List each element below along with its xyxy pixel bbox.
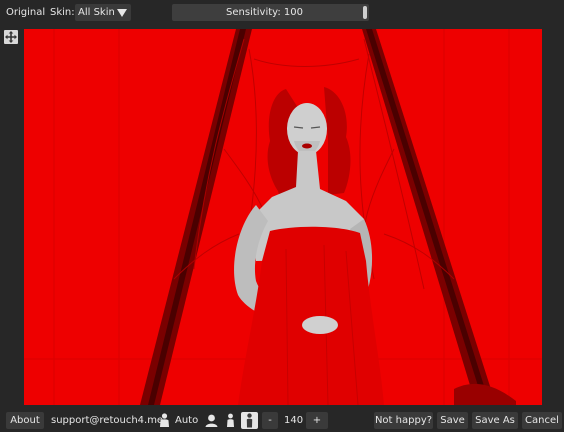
bottom-toolbar: About support@retouch4.me Auto - 140 + N… xyxy=(0,410,564,432)
cancel-button[interactable]: Cancel xyxy=(522,412,562,429)
person-icon[interactable] xyxy=(222,412,239,429)
auto-label[interactable]: Auto xyxy=(175,412,198,429)
photo-canvas[interactable] xyxy=(24,29,542,405)
save-button[interactable]: Save xyxy=(437,412,468,429)
support-email-link[interactable]: support@retouch4.me xyxy=(51,412,163,429)
skin-dropdown[interactable]: All Skin xyxy=(75,4,131,21)
person-auto-icon[interactable] xyxy=(156,412,173,429)
chevron-down-icon xyxy=(117,9,127,17)
skin-dropdown-value: All Skin xyxy=(78,7,115,18)
move-icon[interactable] xyxy=(4,30,18,44)
sensitivity-slider[interactable]: Sensitivity: 100 xyxy=(172,4,369,21)
skin-mask-photo xyxy=(24,29,542,405)
person-selected-icon[interactable] xyxy=(241,412,258,429)
original-toggle[interactable]: Original xyxy=(6,6,45,20)
decrease-button[interactable]: - xyxy=(262,412,278,429)
portrait-icon[interactable] xyxy=(203,412,220,429)
increase-button[interactable]: + xyxy=(306,412,328,429)
not-happy-button[interactable]: Not happy? xyxy=(374,412,433,429)
sensitivity-label: Sensitivity: 100 xyxy=(226,7,303,18)
about-button[interactable]: About xyxy=(6,412,44,429)
value-display: 140 xyxy=(284,415,304,426)
top-toolbar: Original Skin: All Skin Sensitivity: 100 xyxy=(0,0,564,26)
save-as-button[interactable]: Save As xyxy=(472,412,518,429)
sensitivity-slider-handle[interactable] xyxy=(363,6,367,19)
skin-label: Skin: xyxy=(50,7,75,18)
